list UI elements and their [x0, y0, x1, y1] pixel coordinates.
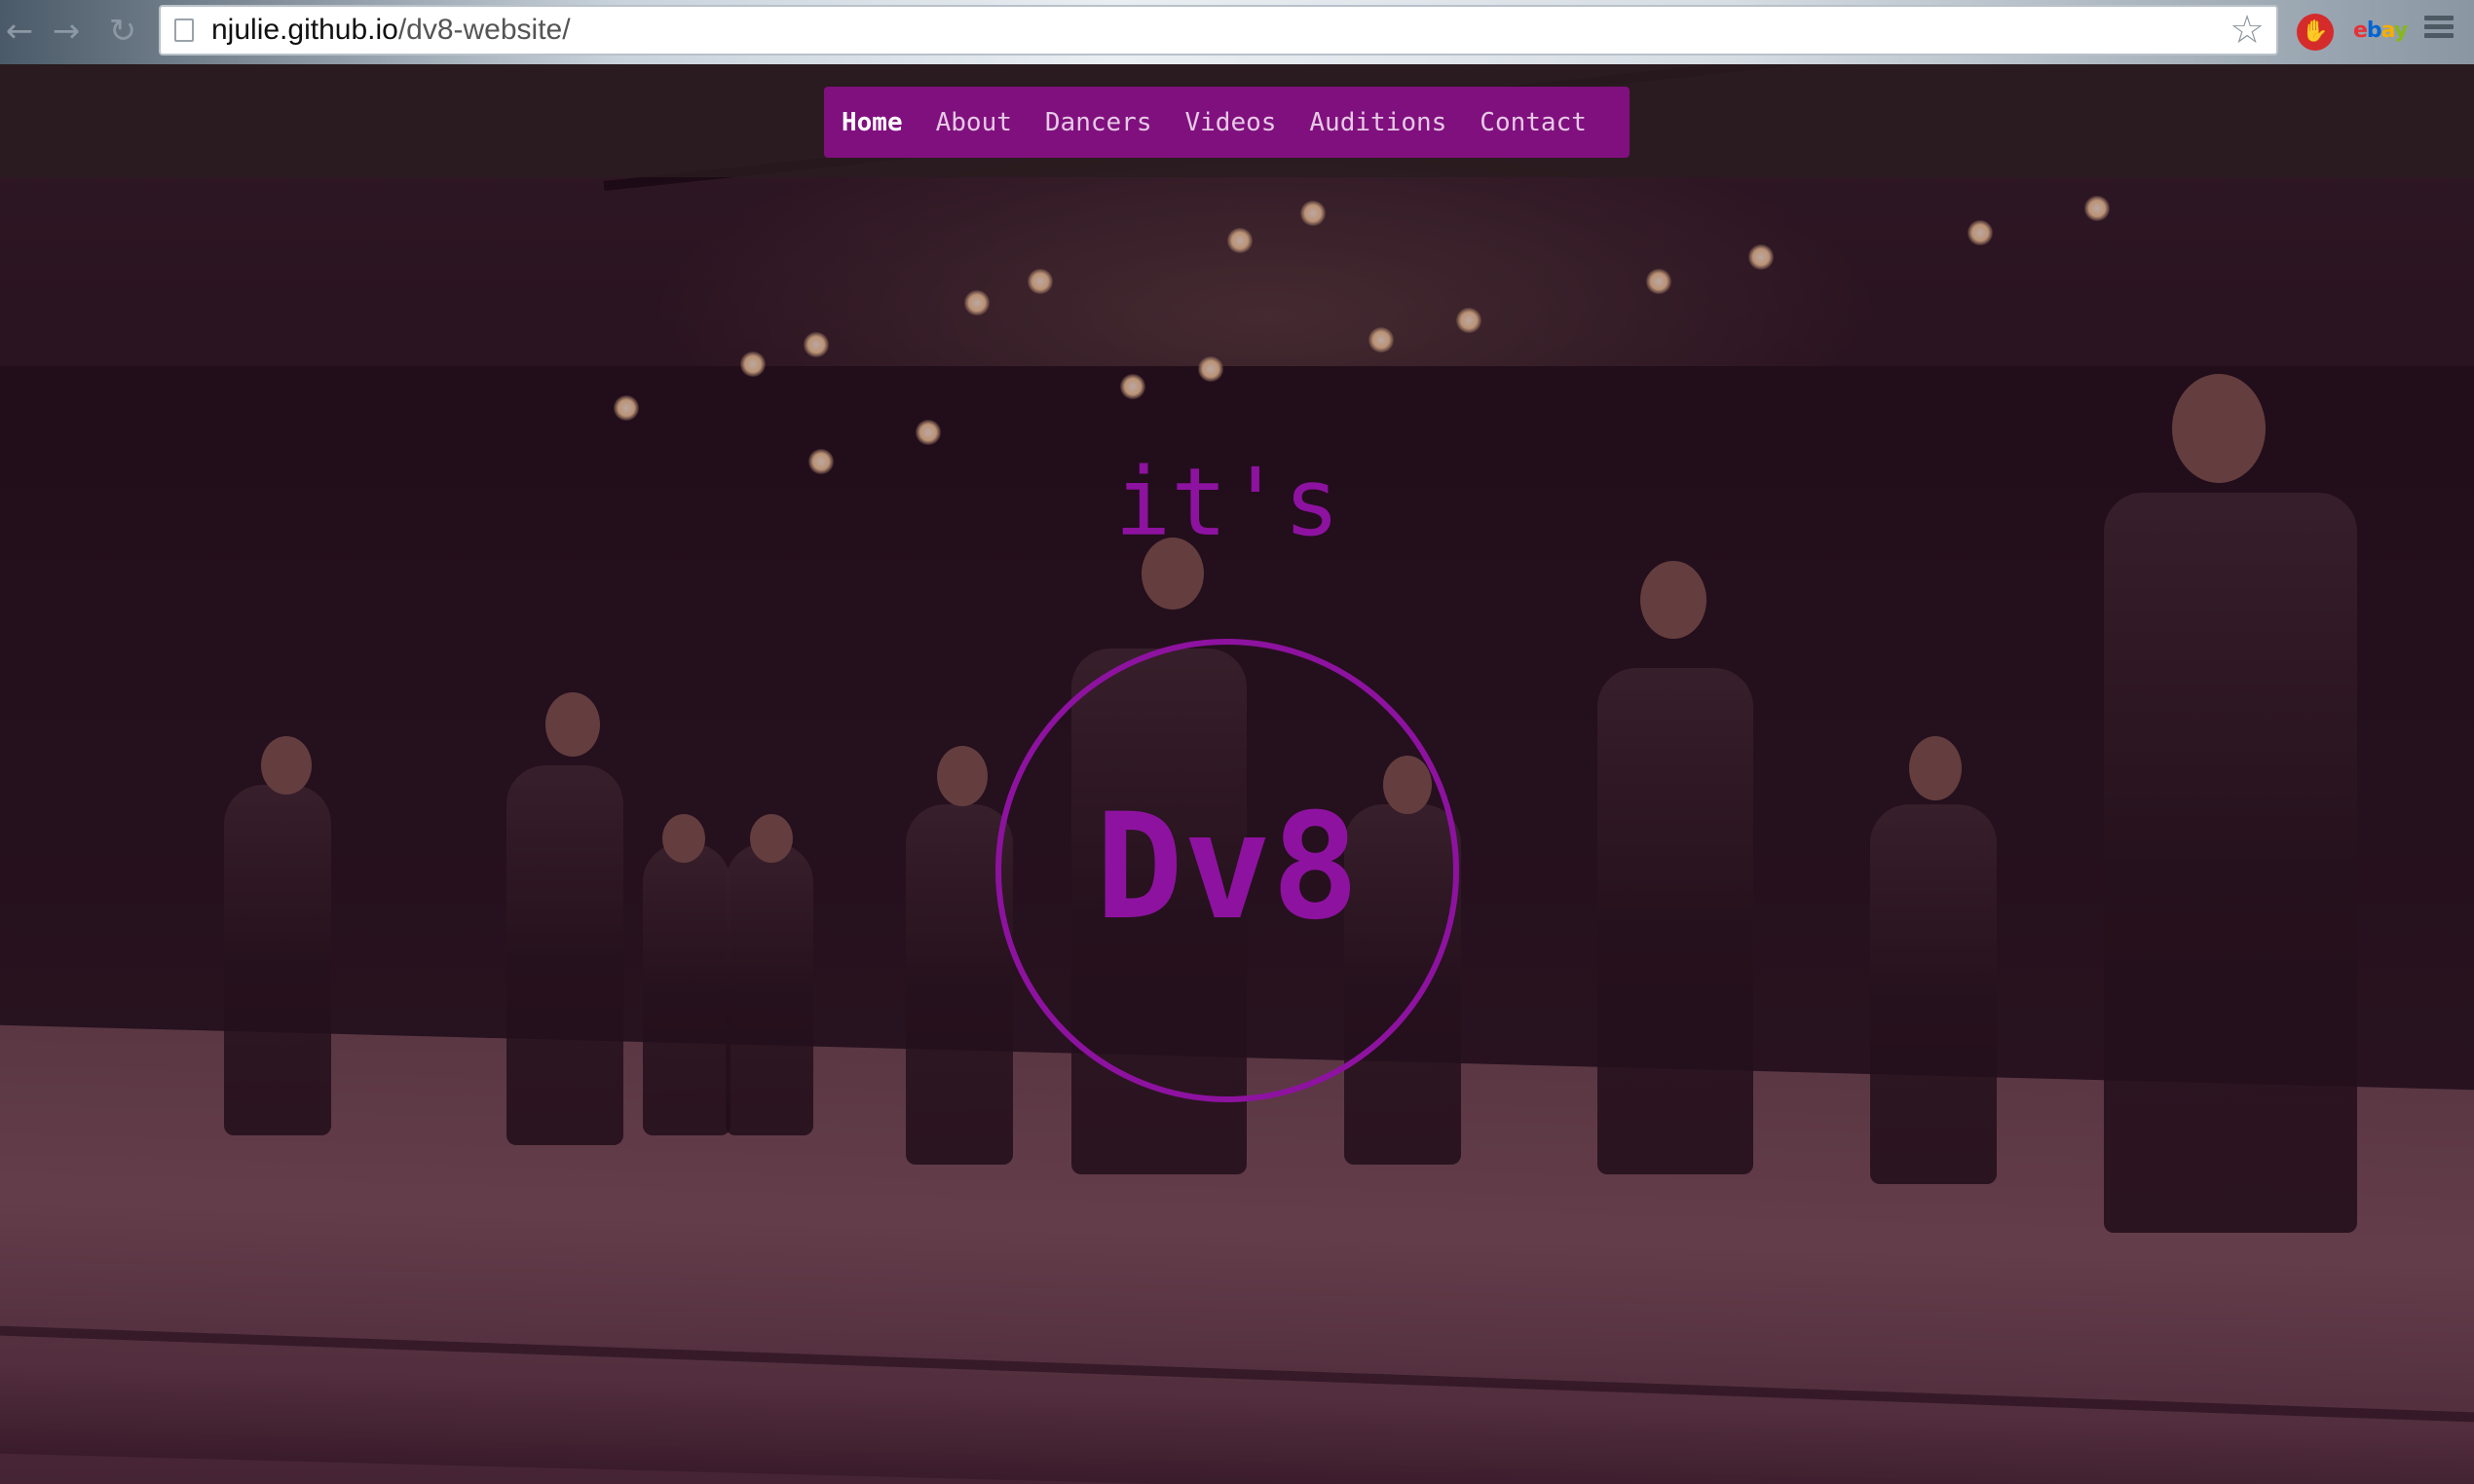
url-text[interactable]: njulie.github.io/dv8-website/ — [211, 7, 571, 54]
reload-icon[interactable]: ↻ — [103, 12, 142, 51]
url-path: /dv8-website/ — [397, 14, 571, 46]
forward-arrow-icon[interactable]: → — [47, 12, 86, 51]
nav-item-videos[interactable]: Videos — [1184, 108, 1276, 137]
browser-toolbar: ← → ↻ njulie.github.io/dv8-website/ ☆ ✋ … — [0, 0, 2474, 64]
page-icon — [174, 19, 194, 42]
address-bar[interactable]: njulie.github.io/dv8-website/ ☆ — [159, 5, 2278, 56]
nav-item-home[interactable]: Home — [842, 108, 903, 137]
main-nav: Home About Dancers Videos Auditions Cont… — [824, 87, 1630, 158]
ebay-letter: e — [2353, 19, 2368, 43]
ebay-letter: b — [2366, 19, 2382, 43]
adblock-icon[interactable]: ✋ — [2297, 14, 2334, 51]
menu-icon[interactable] — [2419, 12, 2458, 51]
back-arrow-icon[interactable]: ← — [0, 12, 39, 51]
nav-item-dancers[interactable]: Dancers — [1045, 108, 1152, 137]
hero-tagline: it's — [1114, 448, 1340, 557]
url-host: njulie.github.io — [211, 14, 398, 46]
ebay-letter: a — [2380, 19, 2395, 43]
ebay-icon[interactable]: ebay — [2353, 12, 2408, 51]
nav-item-auditions[interactable]: Auditions — [1309, 108, 1446, 137]
page-viewport: Home About Dancers Videos Auditions Cont… — [0, 64, 2474, 1484]
nav-item-about[interactable]: About — [936, 108, 1012, 137]
ebay-letter: y — [2393, 19, 2408, 43]
star-icon[interactable]: ☆ — [2230, 9, 2265, 52]
site-header: Home About Dancers Videos Auditions Cont… — [0, 64, 2474, 177]
hero-logo-text: Dv8 — [1095, 783, 1360, 952]
nav-item-contact[interactable]: Contact — [1480, 108, 1587, 137]
